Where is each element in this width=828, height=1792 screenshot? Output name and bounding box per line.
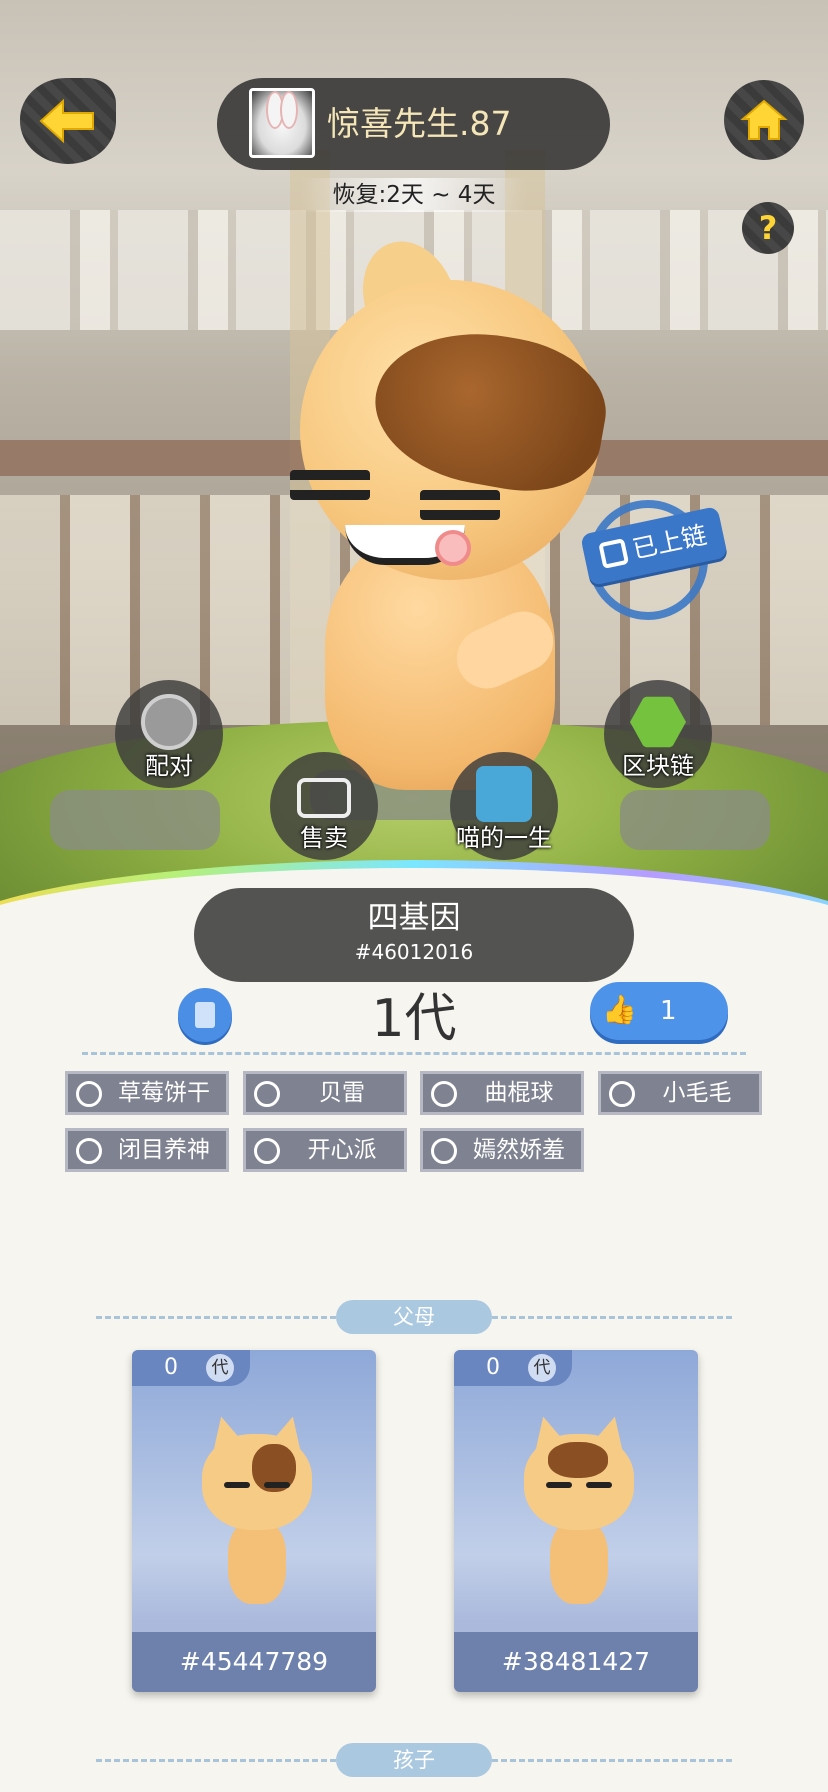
arrow-left-icon: [39, 98, 94, 144]
home-button[interactable]: [724, 80, 804, 160]
back-button[interactable]: [20, 78, 116, 164]
children-section-title: 孩子: [336, 1743, 492, 1777]
generation-tag: 0 代: [132, 1350, 250, 1386]
cat-heart-icon: [141, 694, 197, 750]
trait-chip[interactable]: 曲棍球: [420, 1071, 584, 1115]
parent-card[interactable]: 0 代 #45447789: [132, 1350, 376, 1692]
trait-label: 闭目养神: [118, 1137, 210, 1163]
trait-icon: [431, 1081, 457, 1107]
notebook-icon: [476, 766, 532, 822]
trait-icon: [254, 1138, 280, 1164]
trait-label: 开心派: [307, 1137, 377, 1163]
recover-time: 恢复:2天 ~ 4天: [300, 178, 528, 212]
trait-chip[interactable]: 嫣然娇羞: [420, 1128, 584, 1172]
cat-head: [290, 280, 617, 580]
cat-eye: [290, 470, 370, 500]
parent-id: #38481427: [454, 1632, 698, 1692]
cart-icon: [297, 778, 351, 818]
parent-card[interactable]: 0 代 #38481427: [454, 1350, 698, 1692]
stone: [50, 790, 220, 850]
blockchain-icon: [630, 696, 686, 748]
cat-nameplate: 四基因 #46012016: [194, 888, 634, 982]
cat-id: #46012016: [354, 940, 474, 964]
blockchain-button[interactable]: 区块链: [604, 680, 712, 788]
player-name: 惊喜先生.87: [327, 104, 512, 143]
life-label: 喵的一生: [456, 824, 552, 852]
like-button[interactable]: 👍 1: [590, 982, 728, 1040]
sell-label: 售卖: [300, 824, 348, 852]
player-info: 惊喜先生.87: [217, 78, 610, 170]
cat-eye: [420, 490, 500, 520]
thumbs-up-icon: 👍: [602, 993, 637, 1026]
parent-cat-image: [523, 1411, 635, 1606]
home-icon: [740, 99, 788, 140]
trait-label: 草莓饼干: [118, 1080, 210, 1106]
life-button[interactable]: 喵的一生: [450, 752, 558, 860]
trait-chip[interactable]: 小毛毛: [598, 1071, 762, 1115]
question-icon: ?: [758, 209, 778, 247]
parent-id: #45447789: [132, 1632, 376, 1692]
pair-label: 配对: [145, 752, 193, 780]
generation-number: 0: [164, 1355, 178, 1380]
chain-icon: [598, 538, 630, 569]
generation-char: 代: [206, 1354, 234, 1382]
trait-label: 贝雷: [319, 1080, 365, 1106]
blockchain-label: 区块链: [622, 752, 694, 780]
cat-patch: [363, 316, 617, 504]
player-avatar: [249, 88, 315, 158]
trait-chip[interactable]: 贝雷: [243, 1071, 407, 1115]
trait-chip[interactable]: 草莓饼干: [65, 1071, 229, 1115]
divider: [82, 1052, 746, 1055]
pair-button[interactable]: 配对: [115, 680, 223, 788]
sell-button[interactable]: 售卖: [270, 752, 378, 860]
trait-icon: [76, 1081, 102, 1107]
trait-icon: [254, 1081, 280, 1107]
parent-cat-image: [201, 1411, 313, 1606]
trait-chip[interactable]: 开心派: [243, 1128, 407, 1172]
generation-tag: 0 代: [454, 1350, 572, 1386]
stone: [620, 790, 770, 850]
trait-label: 小毛毛: [662, 1080, 732, 1106]
trait-chip[interactable]: 闭目养神: [65, 1128, 229, 1172]
parents-section-title: 父母: [336, 1300, 492, 1334]
trait-icon: [76, 1138, 102, 1164]
cheek-swirl: [435, 530, 471, 566]
chain-status-label: 已上链: [629, 520, 710, 565]
generation-char: 代: [528, 1354, 556, 1382]
trait-label: 嫣然娇羞: [473, 1137, 565, 1163]
cat-name: 四基因: [367, 900, 461, 936]
trait-icon: [609, 1081, 635, 1107]
trait-icon: [431, 1138, 457, 1164]
generation-number: 0: [486, 1355, 500, 1380]
like-count: 1: [660, 996, 677, 1026]
cat-model[interactable]: [285, 228, 625, 800]
help-button[interactable]: ?: [742, 202, 794, 254]
trait-label: 曲棍球: [484, 1080, 554, 1106]
